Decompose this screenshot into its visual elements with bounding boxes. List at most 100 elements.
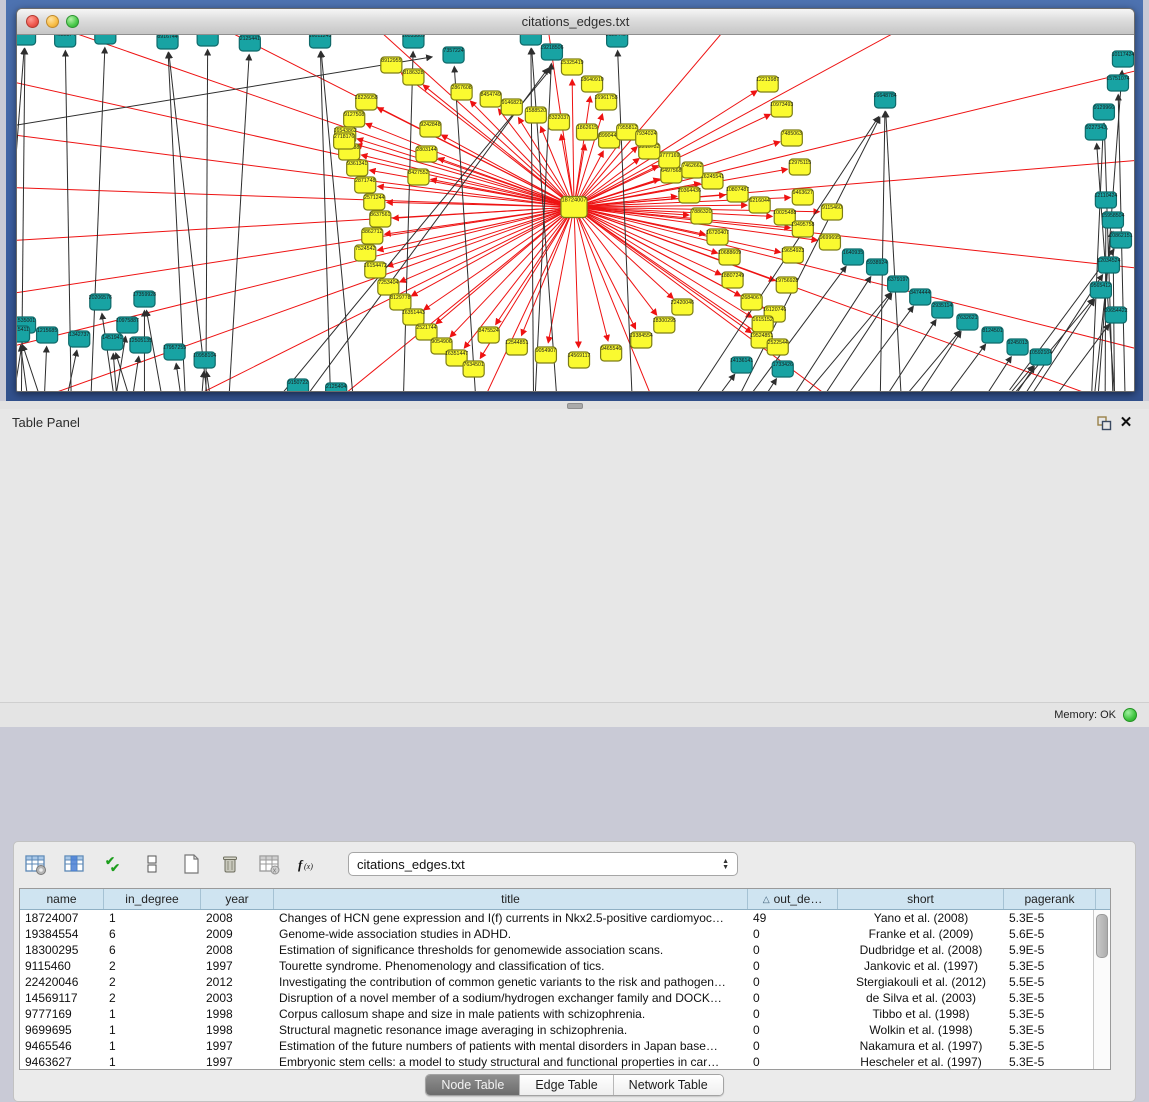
cell-name[interactable]: 14569117 [20, 991, 104, 1005]
column-header-year[interactable]: year [201, 889, 274, 909]
cell-in_degree[interactable]: 1 [104, 1007, 201, 1021]
graph-edge[interactable] [51, 351, 77, 391]
cell-year[interactable]: 1998 [201, 1023, 274, 1037]
create-new-table-button[interactable] [178, 851, 204, 877]
cell-title[interactable]: Tourette syndrome. Phenomenology and cla… [274, 959, 748, 973]
graph-edge[interactable] [442, 135, 574, 207]
table-row[interactable]: 969969511998Structural magnetic resonanc… [20, 1022, 1110, 1038]
cell-title[interactable]: Changes of HCN gene expression and I(f) … [274, 911, 748, 925]
scrollbar-thumb[interactable] [1096, 914, 1108, 958]
column-header-name[interactable]: name [20, 889, 104, 909]
graph-node[interactable] [17, 35, 36, 45]
graph-edge[interactable] [881, 345, 985, 391]
cell-out_degree[interactable]: 49 [748, 911, 838, 925]
cell-short[interactable]: Stergiakouli et al. (2012) [838, 975, 1004, 989]
graph-edge[interactable] [206, 50, 208, 391]
close-panel-button[interactable]: ✕ [1115, 413, 1137, 433]
graph-edge[interactable] [206, 372, 221, 391]
graph-edge[interactable] [886, 112, 905, 391]
graph-edge[interactable] [23, 345, 63, 391]
cell-pagerank[interactable]: 5.3E-5 [1004, 911, 1096, 925]
cell-title[interactable]: Embryonic stem cells: a model to study s… [274, 1055, 748, 1069]
cell-title[interactable]: Corpus callosum shape and size in male p… [274, 1007, 748, 1021]
column-chooser-button[interactable] [61, 851, 87, 877]
table-row[interactable]: 1830029562008Estimation of significance … [20, 942, 1110, 958]
graph-edge[interactable] [915, 366, 1033, 391]
graph-edge[interactable] [574, 207, 579, 347]
table-row[interactable]: 1456911722003Disruption of a novel membe… [20, 990, 1110, 1006]
cell-pagerank[interactable]: 5.3E-5 [1004, 1023, 1096, 1037]
graph-edge[interactable] [366, 124, 574, 207]
cell-short[interactable]: Wolkin et al. (1998) [838, 1023, 1004, 1037]
clear-selection-button[interactable] [139, 851, 165, 877]
graph-edge[interactable] [17, 65, 574, 207]
cell-year[interactable]: 1998 [201, 1007, 274, 1021]
cell-year[interactable]: 2012 [201, 975, 274, 989]
cell-in_degree[interactable]: 2 [104, 991, 201, 1005]
cell-pagerank[interactable]: 5.3E-5 [1004, 1039, 1096, 1053]
cell-year[interactable]: 2008 [201, 911, 274, 925]
cell-title[interactable]: Investigating the contribution of common… [274, 975, 748, 989]
minimize-window-button[interactable] [46, 15, 59, 28]
graph-node[interactable] [95, 35, 116, 44]
column-header-in_degree[interactable]: in_degree [104, 889, 201, 909]
tab-node-table[interactable]: Node Table [426, 1075, 520, 1095]
cell-title[interactable]: Genome-wide association studies in ADHD. [274, 927, 748, 941]
cell-year[interactable]: 2009 [201, 927, 274, 941]
cell-pagerank[interactable]: 5.5E-5 [1004, 975, 1096, 989]
column-header-short[interactable]: short [838, 889, 1004, 909]
cell-name[interactable]: 22420046 [20, 975, 104, 989]
cell-short[interactable]: de Silva et al. (2003) [838, 991, 1004, 1005]
cell-short[interactable]: Yano et al. (2008) [838, 911, 1004, 925]
graph-edge[interactable] [868, 332, 961, 391]
cell-year[interactable]: 1997 [201, 1039, 274, 1053]
cell-name[interactable]: 9115460 [20, 959, 104, 973]
graph-edge[interactable] [176, 364, 188, 391]
import-table-button[interactable]: x [256, 851, 282, 877]
table-row[interactable]: 946554611997Estimation of the future num… [20, 1038, 1110, 1054]
cell-out_degree[interactable]: 0 [748, 1007, 838, 1021]
cell-in_degree[interactable]: 6 [104, 943, 201, 957]
cell-year[interactable]: 1997 [201, 1055, 274, 1069]
column-header-pagerank[interactable]: pagerank [1004, 889, 1096, 909]
cell-pagerank[interactable]: 5.3E-5 [1004, 1007, 1096, 1021]
cell-out_degree[interactable]: 0 [748, 1023, 838, 1037]
table-selector-dropdown[interactable]: citations_edges.txt▲▼ [348, 852, 738, 876]
table-row[interactable]: 1938455462009Genome-wide association stu… [20, 926, 1110, 942]
cell-out_degree[interactable]: 0 [748, 975, 838, 989]
graph-edge[interactable] [358, 139, 574, 207]
cell-name[interactable]: 19384554 [20, 927, 104, 941]
cell-out_degree[interactable]: 0 [748, 943, 838, 957]
table-row[interactable]: 2242004622012Investigating the contribut… [20, 974, 1110, 990]
graph-edge[interactable] [1012, 275, 1103, 391]
network-canvas[interactable]: 1211142640355742069140689167441567241521… [17, 35, 1134, 391]
cell-pagerank[interactable]: 5.3E-5 [1004, 991, 1096, 1005]
graph-edge[interactable] [168, 53, 188, 391]
cell-short[interactable]: Nakamura et al. (1997) [838, 1039, 1004, 1053]
network-window-titlebar[interactable]: citations_edges.txt [17, 9, 1134, 35]
split-divider[interactable] [0, 401, 1149, 409]
cell-in_degree[interactable]: 6 [104, 927, 201, 941]
table-settings-button[interactable] [22, 851, 48, 877]
table-row[interactable]: 1872400712008Changes of HCN gene express… [20, 910, 1110, 926]
split-handle-icon[interactable] [567, 403, 583, 409]
cell-out_degree[interactable]: 0 [748, 1039, 838, 1053]
select-all-button[interactable]: ✔✔ [100, 851, 126, 877]
graph-edge[interactable] [574, 207, 673, 298]
table-row[interactable]: 946362711997Embryonic stem cells: a mode… [20, 1054, 1110, 1070]
cell-name[interactable]: 18300295 [20, 943, 104, 957]
cell-name[interactable]: 9463627 [20, 1055, 104, 1069]
cell-in_degree[interactable]: 1 [104, 1023, 201, 1037]
cell-in_degree[interactable]: 1 [104, 1039, 201, 1053]
cell-in_degree[interactable]: 1 [104, 1055, 201, 1069]
cell-title[interactable]: Disruption of a novel member of a sodium… [274, 991, 748, 1005]
cell-out_degree[interactable]: 0 [748, 1055, 838, 1069]
cell-pagerank[interactable]: 5.6E-5 [1004, 927, 1096, 941]
cell-year[interactable]: 2003 [201, 991, 274, 1005]
cell-in_degree[interactable]: 2 [104, 959, 201, 973]
graph-edge[interactable] [574, 207, 635, 328]
graph-edge[interactable] [941, 367, 1034, 391]
cell-out_degree[interactable]: 0 [748, 959, 838, 973]
graph-edge[interactable] [17, 207, 574, 305]
graph-edge[interactable] [574, 207, 656, 315]
